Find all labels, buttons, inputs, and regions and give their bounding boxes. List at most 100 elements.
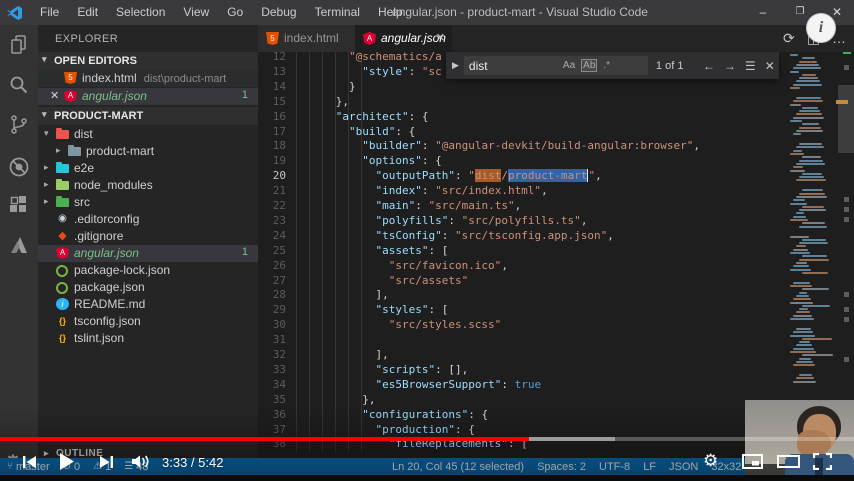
regex-icon[interactable]: .* <box>603 60 610 71</box>
code-line[interactable]: "production": { <box>296 422 475 437</box>
tree-item-product-mart[interactable]: ▸product-mart <box>38 143 258 160</box>
line-number[interactable]: 29 <box>258 302 286 317</box>
code-line[interactable]: "configurations": { <box>296 407 488 422</box>
find-input-box[interactable]: Aa Ab .* <box>464 56 648 75</box>
miniplayer-button[interactable] <box>742 454 763 469</box>
line-number[interactable]: 27 <box>258 273 286 288</box>
code-line[interactable]: "styles": [ <box>296 302 448 317</box>
search-icon[interactable] <box>7 73 31 97</box>
menu-edit[interactable]: Edit <box>68 5 107 19</box>
video-info-button[interactable]: i <box>806 13 836 43</box>
line-number[interactable]: 26 <box>258 258 286 273</box>
video-progress-bar[interactable] <box>0 437 854 441</box>
volume-icon[interactable] <box>131 454 152 469</box>
find-input[interactable] <box>464 58 563 74</box>
line-number[interactable]: 35 <box>258 392 286 407</box>
line-number[interactable]: 13 <box>258 64 286 79</box>
line-number[interactable]: 14 <box>258 79 286 94</box>
line-number[interactable]: 21 <box>258 183 286 198</box>
code-line[interactable]: "@schematics/a <box>296 52 442 64</box>
line-number[interactable]: 33 <box>258 362 286 377</box>
line-number[interactable]: 25 <box>258 243 286 258</box>
line-number[interactable]: 15 <box>258 94 286 109</box>
code-line[interactable]: "src/favicon.ico", <box>296 258 508 273</box>
line-number[interactable]: 18 <box>258 138 286 153</box>
open-editor-item[interactable]: ✕Aangular.json1 <box>38 88 258 105</box>
line-number[interactable]: 17 <box>258 124 286 139</box>
minimap[interactable] <box>786 52 836 412</box>
menu-go[interactable]: Go <box>218 5 252 19</box>
close-find-icon[interactable]: ✕ <box>765 59 775 73</box>
code-line[interactable]: ], <box>296 287 389 302</box>
code-line[interactable]: "outputPath": "dist/product-mart", <box>296 168 602 183</box>
close-tab-icon[interactable]: ✕ <box>436 31 445 44</box>
line-number[interactable]: 23 <box>258 213 286 228</box>
code-line[interactable]: "src/styles.scss" <box>296 317 501 332</box>
tree-item-src[interactable]: ▸src <box>38 194 258 211</box>
source-control-icon[interactable] <box>7 113 31 137</box>
code-content[interactable]: 12 "@schematics/a 13 "style": "sc 14 } 15 }… <box>258 52 854 458</box>
find-in-selection-icon[interactable]: ☰ <box>745 59 756 73</box>
menu-view[interactable]: View <box>174 5 218 19</box>
theater-mode-button[interactable] <box>777 455 800 468</box>
code-line[interactable]: "main": "src/main.ts", <box>296 198 521 213</box>
sync-editor-icon[interactable]: ⟳ <box>783 30 795 47</box>
code-line[interactable]: "build": { <box>296 124 415 139</box>
line-number[interactable]: 19 <box>258 153 286 168</box>
extensions-icon[interactable] <box>7 193 31 217</box>
line-number[interactable]: 31 <box>258 332 286 347</box>
code-editor[interactable]: 12 "@schematics/a 13 "style": "sc 14 } 15 }… <box>258 52 854 458</box>
code-line[interactable]: } <box>296 79 356 94</box>
tree-item-node-modules[interactable]: ▸node_modules <box>38 177 258 194</box>
match-case-icon[interactable]: Aa <box>563 60 575 71</box>
tree-item-tsconfig-json[interactable]: {}tsconfig.json <box>38 313 258 330</box>
line-number[interactable]: 37 <box>258 422 286 437</box>
line-number[interactable]: 32 <box>258 347 286 362</box>
tree-item-package-json[interactable]: package.json <box>38 279 258 296</box>
code-line[interactable]: }, <box>296 94 349 109</box>
tree-item-angular-json[interactable]: Aangular.json1 <box>38 245 258 262</box>
close-editor-icon[interactable]: ✕ <box>50 89 59 102</box>
code-line[interactable]: }, <box>296 392 375 407</box>
menu-terminal[interactable]: Terminal <box>306 5 369 19</box>
code-line[interactable]: ], <box>296 347 389 362</box>
line-number[interactable]: 24 <box>258 228 286 243</box>
tab-index-html[interactable]: 5index.html <box>258 25 355 52</box>
line-number[interactable]: 34 <box>258 377 286 392</box>
tree-item-tslint-json[interactable]: {}tslint.json <box>38 330 258 347</box>
line-number[interactable]: 28 <box>258 287 286 302</box>
code-line[interactable]: "architect": { <box>296 109 428 124</box>
find-expand-icon[interactable]: ▶ <box>452 60 459 71</box>
tree-item-e2e[interactable]: ▸e2e <box>38 160 258 177</box>
menu-file[interactable]: File <box>31 5 68 19</box>
code-line[interactable]: "builder": "@angular-devkit/build-angula… <box>296 138 700 153</box>
tree-item--gitignore[interactable]: ◆.gitignore <box>38 228 258 245</box>
code-line[interactable]: "tsConfig": "src/tsconfig.app.json", <box>296 228 614 243</box>
menu-debug[interactable]: Debug <box>252 5 305 19</box>
whole-word-icon[interactable]: Ab <box>581 59 597 72</box>
code-line[interactable]: "src/assets" <box>296 273 468 288</box>
azure-icon[interactable] <box>7 233 31 257</box>
project-header[interactable]: ▾ PRODUCT-MART <box>38 107 258 125</box>
fullscreen-button[interactable] <box>813 453 832 470</box>
code-line[interactable]: "polyfills": "src/polyfills.ts", <box>296 213 587 228</box>
tree-item-README-md[interactable]: iREADME.md <box>38 296 258 313</box>
code-line[interactable]: "index": "src/index.html", <box>296 183 548 198</box>
line-number[interactable]: 30 <box>258 317 286 332</box>
next-match-icon[interactable]: → <box>724 59 736 73</box>
line-number[interactable]: 20 <box>258 168 286 183</box>
menu-selection[interactable]: Selection <box>107 5 174 19</box>
editor-scrollbar-thumb[interactable] <box>838 85 854 153</box>
previous-match-icon[interactable]: ← <box>703 59 715 73</box>
explorer-icon[interactable] <box>7 33 31 57</box>
line-number[interactable]: 12 <box>258 52 286 64</box>
debug-icon[interactable] <box>7 155 31 179</box>
code-line[interactable]: "style": "sc <box>296 64 442 79</box>
code-line[interactable]: "es5BrowserSupport": true <box>296 377 541 392</box>
next-video-button[interactable] <box>99 455 114 469</box>
play-button[interactable] <box>59 453 74 470</box>
player-settings-gear-icon[interactable]: ⚙ <box>703 451 718 471</box>
open-editors-header[interactable]: ▾ OPEN EDITORS <box>38 52 258 70</box>
code-line[interactable]: "scripts": [], <box>296 362 468 377</box>
previous-video-button[interactable] <box>22 455 37 469</box>
